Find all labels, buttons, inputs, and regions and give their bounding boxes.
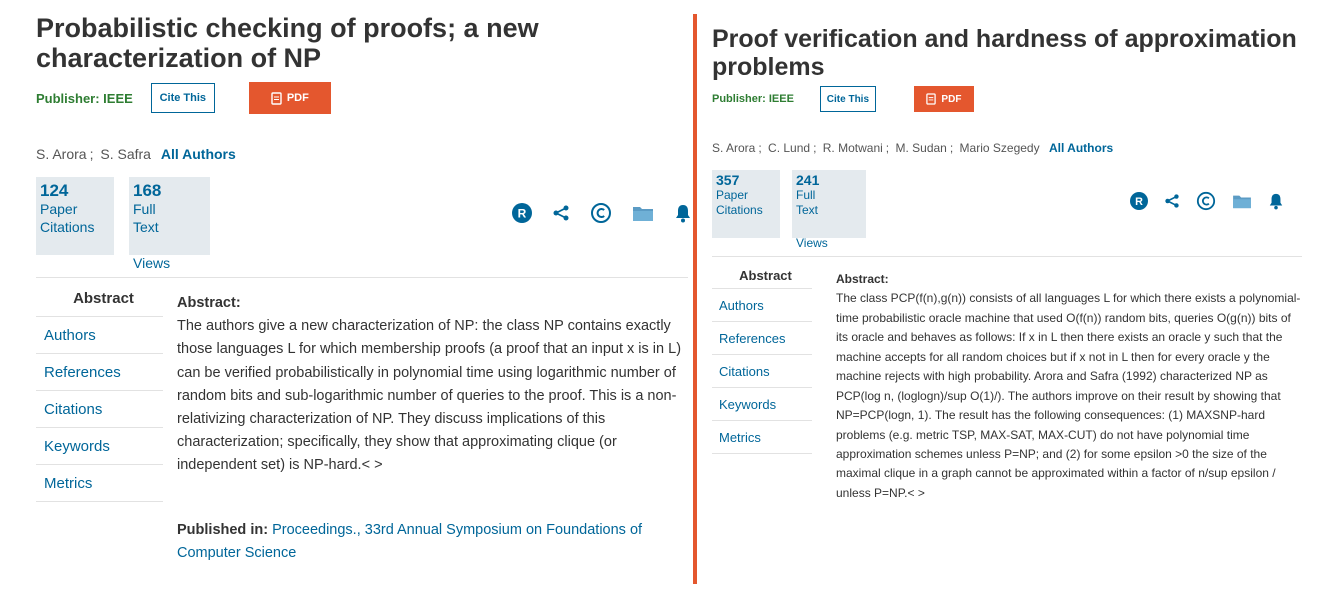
cite-this-button[interactable]: Cite This xyxy=(819,86,876,112)
author-link[interactable]: S. Arora xyxy=(36,146,87,162)
pdf-file-icon xyxy=(926,93,937,105)
author-link[interactable]: M. Sudan xyxy=(895,141,946,155)
nav-citations[interactable]: Citations xyxy=(36,391,163,428)
author-link[interactable]: Mario Szegedy xyxy=(960,141,1040,155)
bell-icon[interactable] xyxy=(1268,192,1284,210)
article-tools: R xyxy=(512,202,692,224)
published-in-label: Published in: xyxy=(177,522,269,538)
full-text-views-count: 241 xyxy=(796,172,820,188)
nav-authors[interactable]: Authors xyxy=(36,317,163,354)
cite-this-button[interactable]: Cite This xyxy=(150,83,215,113)
share-icon[interactable] xyxy=(552,204,570,222)
copyright-icon[interactable] xyxy=(1196,191,1216,211)
nav-abstract[interactable]: Abstract xyxy=(36,284,163,317)
metric-label: Full xyxy=(796,188,816,202)
full-text-views-metric[interactable]: 241 Full Text xyxy=(792,170,866,238)
metric-label: Paper xyxy=(40,201,78,217)
publisher-label: Publisher: IEEE xyxy=(712,93,794,105)
article-tools: R xyxy=(1130,191,1284,211)
pdf-label: PDF xyxy=(941,93,962,105)
author-link[interactable]: C. Lund xyxy=(768,141,810,155)
published-in: Published in: Proceedings., 33rd Annual … xyxy=(177,519,689,565)
paper-citations-count: 124 xyxy=(40,181,69,200)
nav-metrics[interactable]: Metrics xyxy=(712,421,812,454)
author-list: S. Arora; S. Safra All Authors xyxy=(36,146,236,162)
reddit-icon[interactable]: R xyxy=(1130,192,1148,210)
svg-text:R: R xyxy=(1135,196,1143,208)
metric-label: Paper xyxy=(716,188,749,202)
left-article-panel: Probabilistic checking of proofs; a new … xyxy=(0,0,693,598)
paper-citations-metric[interactable]: 357 Paper Citations xyxy=(712,170,780,238)
nav-abstract[interactable]: Abstract xyxy=(712,263,812,289)
metric-label: Full xyxy=(133,201,156,217)
abstract-section: Abstract: The class PCP(f(n),g(n)) consi… xyxy=(836,270,1306,503)
svg-text:R: R xyxy=(518,207,527,221)
publisher-row: Publisher: IEEE Cite This PDF xyxy=(36,82,331,114)
copyright-icon[interactable] xyxy=(590,202,612,224)
nav-metrics[interactable]: Metrics xyxy=(36,465,163,502)
abstract-heading: Abstract: xyxy=(177,295,241,311)
author-link[interactable]: S. Arora xyxy=(712,141,755,155)
metric-label: Citations xyxy=(40,218,95,235)
pdf-label: PDF xyxy=(286,92,309,104)
author-link[interactable]: S. Safra xyxy=(100,146,151,162)
nav-references[interactable]: References xyxy=(36,354,163,391)
metric-label: Text xyxy=(133,218,159,235)
abstract-text: The class PCP(f(n),g(n)) consists of all… xyxy=(836,291,1301,500)
pdf-file-icon xyxy=(271,91,282,105)
publisher-row: Publisher: IEEE Cite This PDF xyxy=(712,86,974,112)
right-article-panel: Proof verification and hardness of appro… xyxy=(700,0,1336,598)
section-nav: Abstract Authors References Citations Ke… xyxy=(36,284,163,502)
all-authors-link[interactable]: All Authors xyxy=(1049,141,1113,155)
abstract-section: Abstract: The authors give a new charact… xyxy=(177,292,687,478)
nav-references[interactable]: References xyxy=(712,322,812,355)
nav-citations[interactable]: Citations xyxy=(712,355,812,388)
folder-icon[interactable] xyxy=(1232,193,1252,209)
reddit-icon[interactable]: R xyxy=(512,203,532,223)
publisher-label: Publisher: IEEE xyxy=(36,90,133,106)
metric-label: Views xyxy=(796,236,828,250)
folder-icon[interactable] xyxy=(632,204,654,222)
full-text-views-count: 168 xyxy=(133,181,162,200)
article-title: Probabilistic checking of proofs; a new … xyxy=(36,13,539,73)
author-link[interactable]: R. Motwani xyxy=(823,141,883,155)
panel-divider xyxy=(693,14,697,584)
full-text-views-metric[interactable]: 168 Full Text xyxy=(129,177,210,255)
pdf-button[interactable]: PDF xyxy=(913,86,974,112)
paper-citations-metric[interactable]: 124 Paper Citations xyxy=(36,177,114,255)
abstract-text: The authors give a new characterization … xyxy=(177,318,682,474)
divider-line xyxy=(36,277,688,278)
bell-icon[interactable] xyxy=(674,203,692,223)
pdf-button[interactable]: PDF xyxy=(248,82,331,114)
author-list: S. Arora; C. Lund; R. Motwani; M. Sudan;… xyxy=(712,141,1114,155)
nav-authors[interactable]: Authors xyxy=(712,289,812,322)
article-title: Proof verification and hardness of appro… xyxy=(712,25,1297,81)
abstract-heading: Abstract: xyxy=(836,272,889,286)
nav-keywords[interactable]: Keywords xyxy=(36,428,163,465)
metric-label: Views xyxy=(133,255,171,271)
all-authors-link[interactable]: All Authors xyxy=(161,146,236,162)
share-icon[interactable] xyxy=(1164,193,1180,209)
metric-label: Citations xyxy=(716,203,763,217)
metric-label: Text xyxy=(796,203,819,217)
nav-keywords[interactable]: Keywords xyxy=(712,388,812,421)
section-nav: Abstract Authors References Citations Ke… xyxy=(712,263,812,454)
divider-line xyxy=(712,256,1302,257)
paper-citations-count: 357 xyxy=(716,172,740,188)
